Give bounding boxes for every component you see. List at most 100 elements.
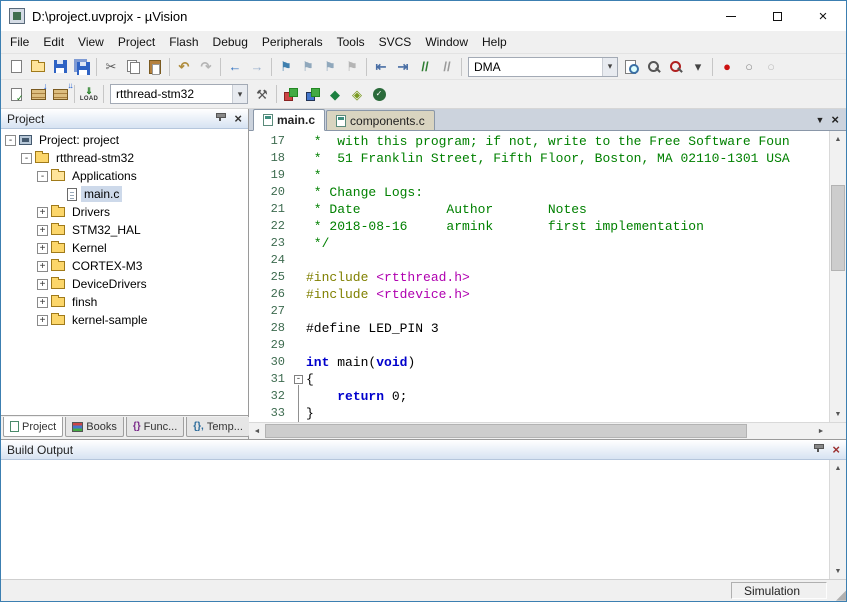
- translate-button[interactable]: [5, 83, 27, 105]
- clear-bookmarks-button[interactable]: ⚑: [341, 56, 363, 78]
- tab-main-c[interactable]: main.c: [253, 109, 325, 131]
- tree-item-main-c[interactable]: main.c: [1, 185, 248, 203]
- rebuild-button[interactable]: [49, 83, 71, 105]
- open-file-button[interactable]: [27, 56, 49, 78]
- find-in-files-button[interactable]: [621, 56, 643, 78]
- indent-right-button[interactable]: ⇥: [392, 56, 414, 78]
- insert-breakpoint-button[interactable]: ●: [716, 56, 738, 78]
- menu-peripherals[interactable]: Peripherals: [255, 31, 330, 53]
- editor-horizontal-scrollbar[interactable]: ◄ ►: [249, 423, 829, 439]
- menu-debug[interactable]: Debug: [206, 31, 255, 53]
- pin-icon[interactable]: [812, 444, 824, 456]
- dropdown-arrow-icon[interactable]: ▾: [232, 85, 247, 103]
- comment-selection-button[interactable]: //: [414, 56, 436, 78]
- toggle-bookmark-button[interactable]: ⚑: [275, 56, 297, 78]
- horizontal-thumb[interactable]: [265, 424, 747, 438]
- navigate-forward-button[interactable]: →: [246, 56, 268, 78]
- tree-item-drivers[interactable]: +Drivers: [1, 203, 248, 221]
- vertical-track[interactable]: [830, 147, 846, 406]
- tree-item-stm32-hal[interactable]: +STM32_HAL: [1, 221, 248, 239]
- scroll-up-icon[interactable]: ▲: [830, 460, 846, 476]
- menu-edit[interactable]: Edit: [36, 31, 71, 53]
- panel-tab-func[interactable]: {}Func...: [126, 417, 184, 437]
- minimize-button[interactable]: [708, 1, 754, 31]
- project-panel-close-icon[interactable]: ×: [232, 112, 244, 125]
- scroll-left-icon[interactable]: ◄: [249, 423, 265, 439]
- download-button[interactable]: LOAD: [78, 83, 100, 105]
- fold-collapse-icon[interactable]: -: [293, 371, 306, 388]
- vertical-track[interactable]: [830, 476, 846, 563]
- expand-icon[interactable]: +: [37, 297, 48, 308]
- pack-installer-button[interactable]: ✓: [368, 83, 390, 105]
- tree-item-cortex-m3[interactable]: +CORTEX-M3: [1, 257, 248, 275]
- save-button[interactable]: [49, 56, 71, 78]
- redo-button[interactable]: ↷: [195, 56, 217, 78]
- copy-button[interactable]: [122, 56, 144, 78]
- scroll-down-icon[interactable]: ▼: [830, 406, 846, 422]
- indent-left-button[interactable]: ⇤: [370, 56, 392, 78]
- code-editor[interactable]: 17 * with this program; if not, write to…: [249, 131, 829, 422]
- expand-icon[interactable]: +: [37, 243, 48, 254]
- tree-item-rtthread-stm32[interactable]: -rtthread-stm32: [1, 149, 248, 167]
- pin-icon[interactable]: [214, 113, 226, 125]
- target-combo[interactable]: rtthread-stm32▾: [110, 84, 248, 104]
- collapse-icon[interactable]: -: [5, 135, 16, 146]
- manage-project-items-button[interactable]: [280, 83, 302, 105]
- find-button[interactable]: [643, 56, 665, 78]
- navigate-back-button[interactable]: ←: [224, 56, 246, 78]
- panel-tab-project[interactable]: Project: [3, 417, 63, 437]
- dropdown-arrow-icon[interactable]: ▾: [602, 58, 617, 76]
- maximize-button[interactable]: [754, 1, 800, 31]
- panel-tab-books[interactable]: Books: [65, 417, 124, 437]
- document-list-icon[interactable]: ▼: [815, 115, 824, 125]
- scroll-down-icon[interactable]: ▼: [830, 563, 846, 579]
- save-all-button[interactable]: [71, 56, 93, 78]
- search-dropdown-button[interactable]: ▾: [687, 56, 709, 78]
- menu-help[interactable]: Help: [475, 31, 514, 53]
- tree-item-finsh[interactable]: +finsh: [1, 293, 248, 311]
- undo-button[interactable]: ↶: [173, 56, 195, 78]
- expand-icon[interactable]: +: [37, 225, 48, 236]
- manage-rte-button[interactable]: ◆: [324, 83, 346, 105]
- tree-item-kernel[interactable]: +Kernel: [1, 239, 248, 257]
- tab-components-c[interactable]: components.c: [326, 110, 435, 130]
- tree-item-kernel-sample[interactable]: +kernel-sample: [1, 311, 248, 329]
- uncomment-selection-button[interactable]: //: [436, 56, 458, 78]
- tree-item-project-project[interactable]: -Project: project: [1, 131, 248, 149]
- cut-button[interactable]: ✂: [100, 56, 122, 78]
- next-bookmark-button[interactable]: ⚑: [319, 56, 341, 78]
- disable-breakpoint-button[interactable]: ○: [738, 56, 760, 78]
- tree-item-applications[interactable]: -Applications: [1, 167, 248, 185]
- file-extensions-button[interactable]: [302, 83, 324, 105]
- build-button[interactable]: [27, 83, 49, 105]
- editor-vertical-scrollbar[interactable]: ▲ ▼: [829, 131, 846, 422]
- collapse-icon[interactable]: -: [21, 153, 32, 164]
- build-output-content[interactable]: [1, 460, 829, 579]
- build-output-scrollbar[interactable]: ▲ ▼: [829, 460, 846, 579]
- collapse-icon[interactable]: -: [37, 171, 48, 182]
- scroll-right-icon[interactable]: ►: [813, 423, 829, 439]
- incremental-find-button[interactable]: [665, 56, 687, 78]
- menu-svcs[interactable]: SVCS: [372, 31, 419, 53]
- scroll-up-icon[interactable]: ▲: [830, 131, 846, 147]
- menu-project[interactable]: Project: [111, 31, 162, 53]
- expand-icon[interactable]: +: [37, 261, 48, 272]
- expand-icon[interactable]: +: [37, 279, 48, 290]
- menu-tools[interactable]: Tools: [330, 31, 372, 53]
- new-file-button[interactable]: [5, 56, 27, 78]
- resize-grip[interactable]: ◢: [828, 580, 846, 601]
- target-options-button[interactable]: ⚒: [251, 83, 273, 105]
- menu-window[interactable]: Window: [418, 31, 475, 53]
- menu-flash[interactable]: Flash: [162, 31, 205, 53]
- vertical-thumb[interactable]: [831, 185, 845, 271]
- expand-icon[interactable]: +: [37, 207, 48, 218]
- expand-icon[interactable]: +: [37, 315, 48, 326]
- paste-button[interactable]: [144, 56, 166, 78]
- close-document-icon[interactable]: ×: [831, 113, 839, 126]
- panel-tab-temp[interactable]: {},Temp...: [186, 417, 250, 437]
- menu-file[interactable]: File: [3, 31, 36, 53]
- close-button[interactable]: ×: [800, 1, 846, 31]
- search-combo[interactable]: DMA▾: [468, 57, 618, 77]
- build-output-close-icon[interactable]: ×: [830, 443, 842, 456]
- select-software-packs-button[interactable]: ◈: [346, 83, 368, 105]
